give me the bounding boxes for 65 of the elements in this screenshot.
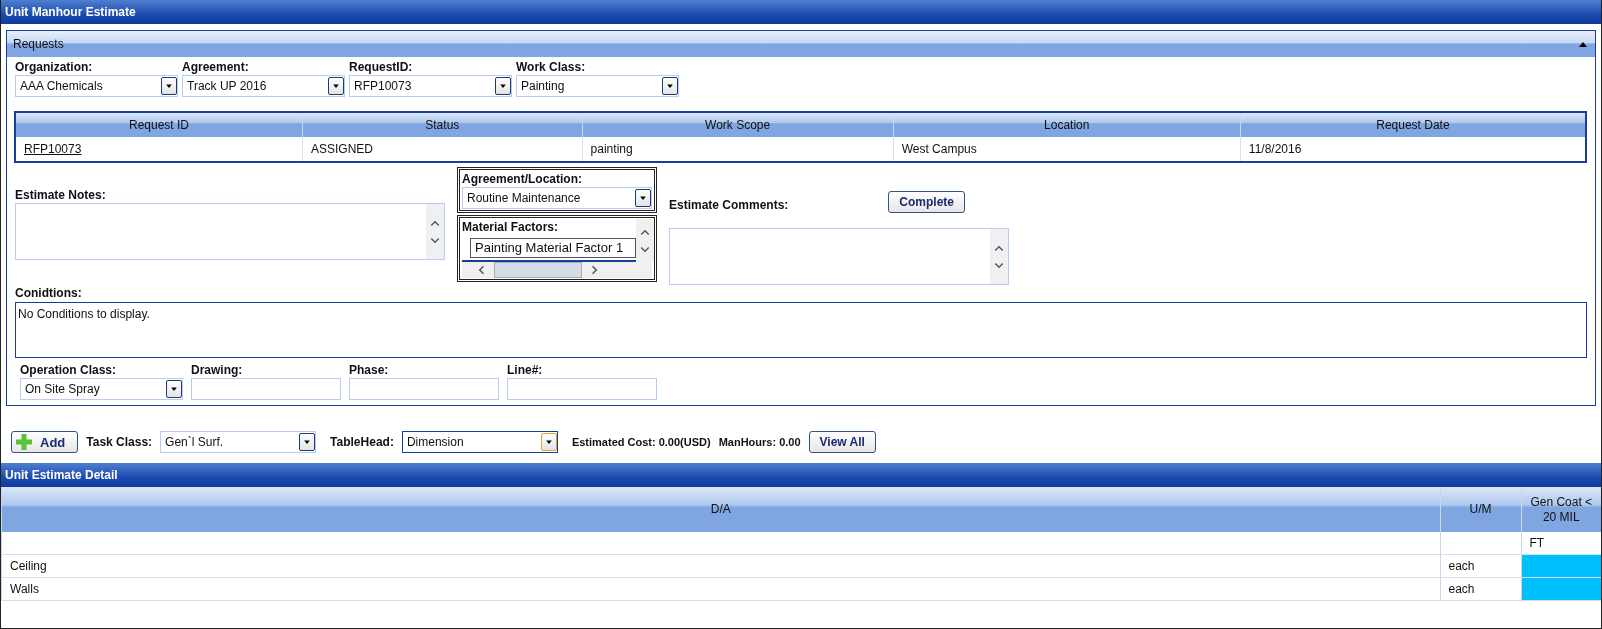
complete-button[interactable]: Complete	[888, 190, 965, 213]
dropdown[interactable]: AAA Chemicals	[15, 75, 178, 97]
caret-down-icon[interactable]	[495, 77, 511, 95]
table-cell: Walls	[10, 582, 39, 596]
add-button[interactable]: Add	[11, 431, 79, 453]
column-header: Location	[893, 112, 1241, 137]
table-cell: each	[1448, 559, 1475, 573]
field-label: Agreement/Location:	[462, 171, 583, 187]
field-label: Estimate Notes:	[15, 187, 107, 203]
table-cell: West Campus	[901, 142, 977, 156]
field-label: Line#:	[507, 362, 544, 378]
input-field[interactable]	[191, 378, 341, 400]
manhours: ManHours: 0.00	[718, 436, 801, 448]
dropdown[interactable]: RFP10073	[349, 75, 512, 97]
table-cell: painting	[590, 142, 633, 156]
estimated-cost: Estimated Cost: 0.00(USD)	[571, 436, 711, 448]
column-header: U/M	[1440, 487, 1521, 532]
column-header: Request ID	[15, 112, 303, 137]
table-cell: ASSIGNED	[311, 142, 373, 156]
caret-down-icon[interactable]	[662, 77, 678, 95]
field-label: Organization:	[15, 59, 94, 75]
horizontal-scrollbar[interactable]	[462, 262, 652, 278]
field-label: TableHead:	[330, 434, 394, 450]
caret-down-icon[interactable]	[299, 433, 316, 451]
field-label: Material Factors:	[462, 219, 560, 235]
caret-down-icon[interactable]	[328, 77, 344, 95]
field-label: Estimate Comments:	[669, 196, 790, 213]
column-header: D/A	[1, 487, 1440, 532]
list-item[interactable]: Painting Material Factor 1	[470, 238, 636, 258]
request-id-link[interactable]: RFP10073	[24, 142, 82, 156]
empty-message: No Conditions to display.	[18, 307, 150, 321]
dropdown[interactable]: Gen`l Surf.	[160, 431, 317, 453]
dropdown[interactable]: Dimension	[401, 431, 558, 453]
dropdown[interactable]: Routine Maintenance	[462, 187, 652, 209]
collapse-icon[interactable]	[1579, 41, 1587, 47]
input-field[interactable]	[507, 378, 657, 400]
caret-down-icon[interactable]	[166, 380, 182, 398]
dropdown[interactable]: Painting	[516, 75, 679, 97]
view-all-button[interactable]: View All	[808, 431, 876, 453]
field-label: Operation Class:	[20, 362, 118, 378]
column-header: Request Date	[1240, 112, 1586, 137]
field-label: Drawing:	[191, 362, 244, 378]
panel-title: Requests	[13, 37, 64, 51]
field-label: Task Class:	[86, 434, 153, 450]
table-cell: FT	[1521, 532, 1601, 555]
dropdown[interactable]: Track UP 2016	[182, 75, 345, 97]
input-field[interactable]	[349, 378, 499, 400]
table-cell: Ceiling	[10, 559, 47, 573]
section-title: Unit Estimate Detail	[1, 463, 1601, 487]
table-cell: each	[1448, 582, 1475, 596]
panel-header[interactable]: Requests	[7, 31, 1595, 57]
plus-icon	[16, 434, 32, 450]
caret-down-icon[interactable]	[635, 189, 651, 207]
column-header: Status	[302, 112, 583, 137]
table-cell: 11/8/2016	[1248, 142, 1302, 156]
field-label: Phase:	[349, 362, 390, 378]
column-header: Work Scope	[582, 112, 894, 137]
column-header: Gen Coat < 20 MIL	[1521, 487, 1601, 532]
caret-down-icon[interactable]	[161, 77, 177, 95]
window-title: Unit Manhour Estimate	[1, 0, 1601, 24]
field-label: Conidtions:	[15, 285, 83, 301]
field-label: Work Class:	[516, 59, 587, 75]
field-label: Agreement:	[182, 59, 250, 75]
dropdown[interactable]: On Site Spray	[20, 378, 183, 400]
field-label: RequestID:	[349, 59, 414, 75]
